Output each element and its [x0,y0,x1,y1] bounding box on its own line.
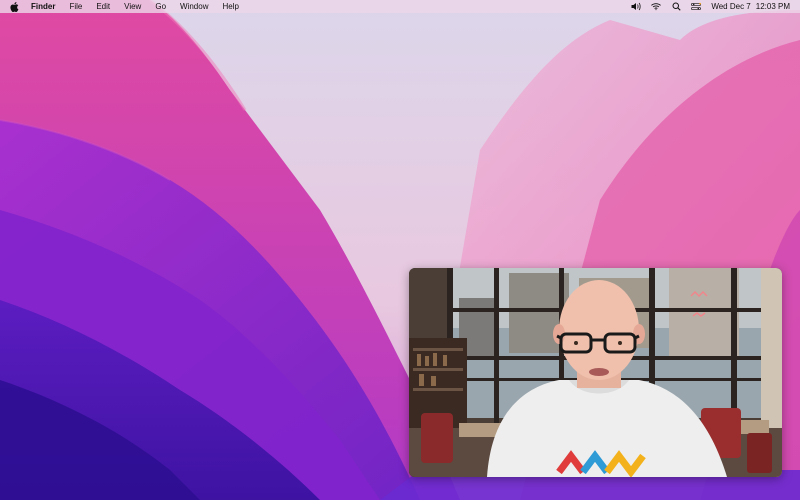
apple-logo-icon[interactable] [8,0,20,13]
menu-bar-date[interactable]: Wed Dec 7 [711,2,750,11]
spotlight-search-icon[interactable] [671,2,681,12]
menu-file[interactable]: File [62,0,89,13]
menu-bar: Finder File Edit View Go Window Help Wed… [0,0,800,13]
control-center-icon[interactable] [691,2,702,12]
menu-app-finder[interactable]: Finder [24,0,62,13]
wifi-icon[interactable] [651,2,662,12]
volume-icon[interactable] [631,2,641,12]
video-frame [409,268,782,477]
picture-in-picture-window[interactable] [409,268,782,477]
menu-bar-left: Finder File Edit View Go Window Help [0,0,246,13]
menu-bar-right: Wed Dec 7 12:03 PM [626,0,800,13]
menu-window[interactable]: Window [173,0,215,13]
menu-view[interactable]: View [117,0,148,13]
menu-go[interactable]: Go [148,0,173,13]
menu-help[interactable]: Help [215,0,245,13]
menu-edit[interactable]: Edit [89,0,117,13]
menu-bar-time[interactable]: 12:03 PM [756,2,790,11]
